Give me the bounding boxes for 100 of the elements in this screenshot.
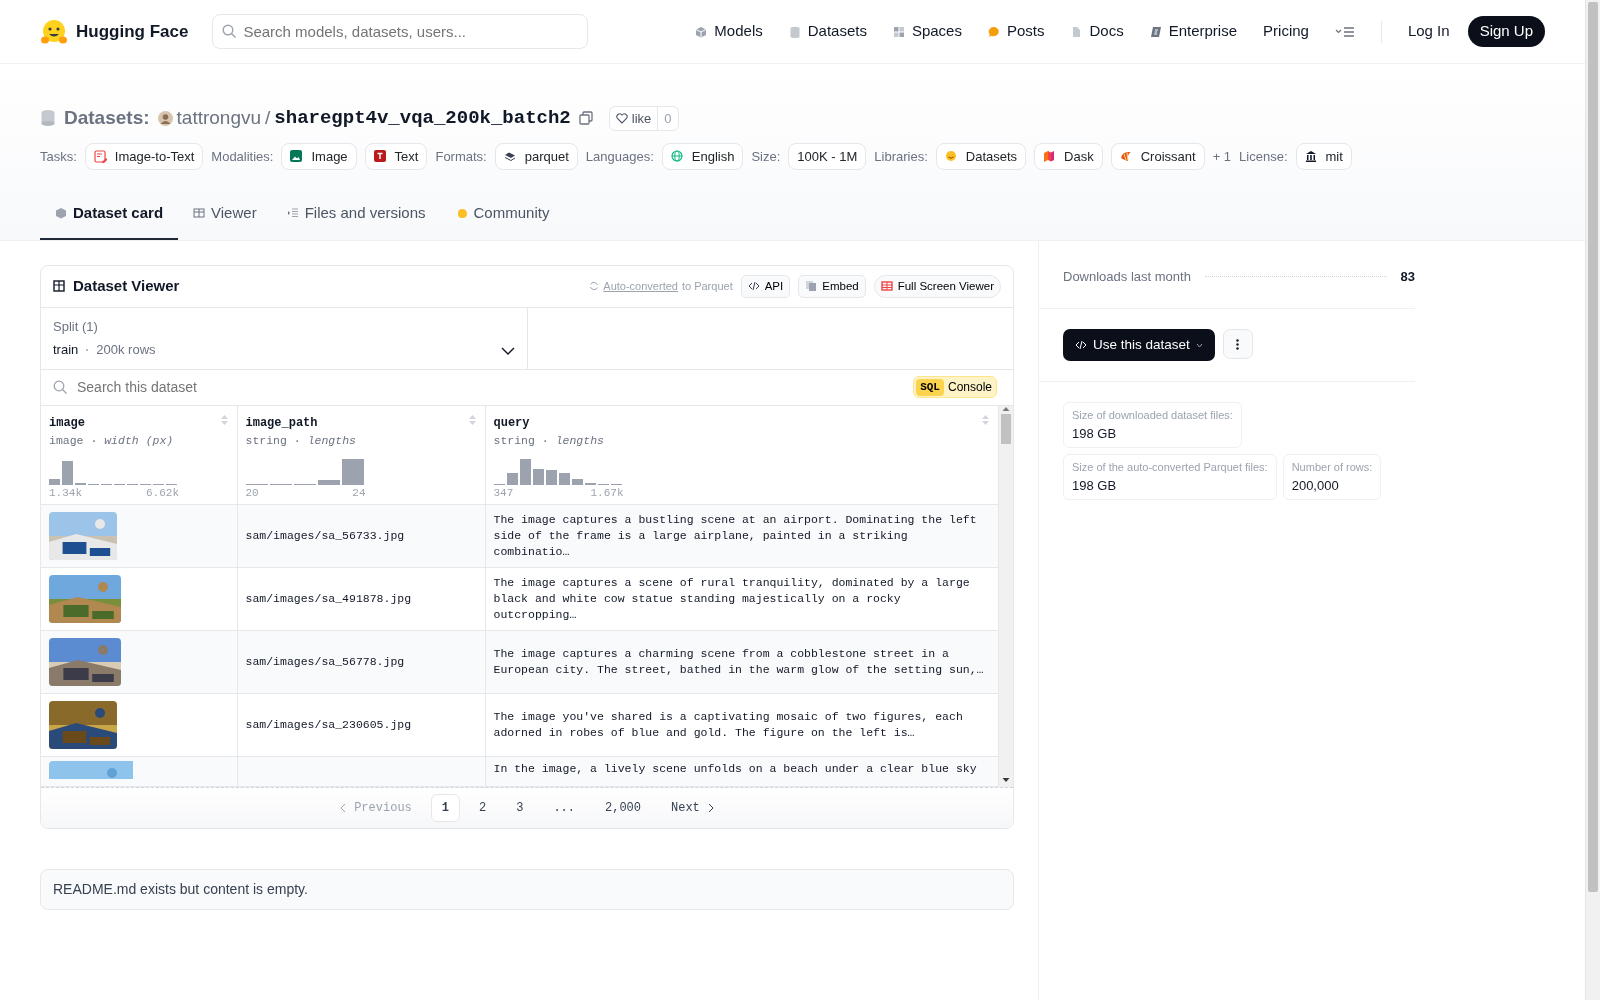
next-link[interactable]: Next — [660, 793, 725, 822]
toolbar-button[interactable]: Embed — [798, 274, 866, 298]
section-label: Datasets: — [64, 106, 150, 130]
column-name: query — [493, 414, 530, 432]
toolbar-button[interactable]: Full Screen Viewer — [873, 274, 1001, 298]
stat-label: Size of the auto-converted Parquet files: — [1072, 460, 1268, 476]
page-link[interactable]: 3 — [505, 793, 535, 822]
sort-icon[interactable] — [467, 413, 477, 426]
sql-console-button[interactable]: SQL Console — [913, 376, 997, 399]
copy-icon — [805, 280, 818, 293]
split-label: Split (1) — [53, 317, 99, 336]
code-icon — [747, 280, 760, 293]
letter-tile-icon — [373, 149, 387, 163]
scroll-down-icon[interactable] — [1001, 776, 1010, 783]
tag-chip[interactable]: English — [661, 142, 744, 170]
table-cell: The image captures a bustling scene at an airport. Dominating the left side of the frame is a large airplane, painted in a striking combinatio… — [485, 504, 998, 567]
viewer-title: Dataset Viewer — [73, 275, 180, 296]
split-selector[interactable]: Split (1) train 200k rows — [41, 307, 528, 369]
stat-value: 198 GB — [1072, 424, 1118, 443]
tag-label: License: — [1239, 147, 1288, 166]
tag-chip[interactable]: Croissant — [1110, 142, 1205, 170]
nav-link[interactable]: Models — [695, 20, 763, 43]
document-icon — [1070, 25, 1083, 38]
tag-label: Formats: — [435, 147, 487, 166]
bank-icon — [1304, 149, 1318, 163]
tab[interactable]: Files and versions — [271, 192, 441, 240]
tag-chip[interactable]: Image-to-Text — [84, 142, 204, 170]
page-link[interactable]: 2 — [468, 793, 498, 822]
nav-link[interactable]: Spaces — [892, 20, 962, 43]
menu-icon[interactable] — [1334, 24, 1355, 39]
downloads-label: Downloads last month — [1063, 267, 1191, 286]
more-count[interactable]: + 1 — [1212, 146, 1232, 166]
page-link[interactable]: ... — [542, 793, 586, 822]
cube-icon — [55, 207, 67, 220]
refresh-icon — [589, 281, 600, 292]
column-type: string · lengths — [493, 432, 605, 449]
column-type: image · width (px) — [49, 432, 175, 449]
like-count: 0 — [657, 106, 678, 130]
table-cell: In the image, a lively scene unfolds on a beach under a clear blue sky — [485, 756, 998, 786]
tag-chip[interactable]: mit — [1295, 142, 1352, 170]
smiley-logo-icon — [40, 17, 68, 46]
search-icon — [53, 380, 67, 395]
more-options-button[interactable] — [1222, 329, 1253, 359]
file-list-icon — [286, 207, 299, 220]
nav-link[interactable]: Enterprise — [1149, 20, 1238, 43]
scrollbar-thumb[interactable] — [1588, 2, 1598, 892]
table-cell: sam/images/sa_56778.jpg — [237, 630, 485, 693]
stat-value: 198 GB — [1072, 476, 1118, 495]
table-cell: sam/images/sa_56733.jpg — [237, 504, 485, 567]
conversion-note: to Parquet — [681, 278, 733, 294]
like-button[interactable]: like 0 — [608, 105, 679, 131]
sign-up-button[interactable]: Sign Up — [1467, 16, 1545, 47]
smiley-icon — [944, 149, 958, 163]
sort-icon[interactable] — [980, 413, 990, 426]
brand-name[interactable]: Hugging Face — [76, 18, 189, 45]
chevron-down-icon — [501, 346, 515, 355]
letter-tile-icon — [1149, 25, 1162, 38]
tag-chip[interactable]: 100K - 1M — [788, 142, 867, 170]
tag-chip[interactable]: parquet — [494, 142, 578, 170]
sort-icon[interactable] — [219, 413, 229, 426]
scrollbar[interactable] — [1585, 0, 1600, 1000]
page-link[interactable]: 1 — [430, 793, 460, 822]
tag-chip[interactable]: Text — [364, 142, 428, 170]
row-count: 200k rows — [96, 341, 156, 360]
scrollbar-thumb[interactable] — [1000, 413, 1011, 444]
owner-link[interactable]: tattrongvu — [176, 104, 262, 133]
downloads-count: 83 — [1400, 267, 1415, 286]
code-icon — [1075, 340, 1087, 351]
copy-icon[interactable] — [578, 111, 593, 126]
image-icon — [290, 149, 304, 163]
tab[interactable]: Community — [440, 192, 565, 240]
tag-chip[interactable]: Datasets — [935, 142, 1027, 170]
table-cell: The image captures a scene of rural tranquility, dominated by a large black and white cow statue standing majestically on a rocky outcropping… — [485, 567, 998, 630]
tag-label: Modalities: — [211, 147, 274, 166]
heart-icon — [615, 112, 628, 124]
table-cell: sam/images/sa_491878.jpg — [237, 567, 485, 630]
tag-chip[interactable]: Dask — [1034, 142, 1103, 170]
path-separator: / — [265, 106, 271, 130]
chevron-right-icon — [707, 802, 714, 813]
toolbar-button[interactable]: API — [740, 274, 791, 298]
column-type: string · lengths — [245, 432, 357, 449]
use-dataset-button[interactable]: Use this dataset — [1063, 329, 1215, 362]
nav-link[interactable]: Docs — [1070, 20, 1124, 43]
nav-link[interactable]: Pricing — [1263, 20, 1309, 43]
split-value: train — [53, 341, 79, 360]
login-link[interactable]: Log In — [1407, 20, 1450, 43]
speech-bubble-icon — [987, 25, 1000, 38]
search-field[interactable]: Search models, datasets, users... — [212, 14, 589, 49]
tab[interactable]: Viewer — [178, 192, 272, 240]
table-icon — [193, 207, 206, 220]
dataset-name: sharegpt4v_vqa_200k_batch2 — [274, 106, 571, 131]
column-name: image — [49, 414, 85, 432]
table-icon — [53, 280, 65, 293]
nav-link[interactable]: Datasets — [788, 20, 867, 43]
table-icon — [880, 280, 893, 293]
nav-link[interactable]: Posts — [987, 20, 1045, 43]
tag-chip[interactable]: Image — [281, 142, 357, 170]
database-icon — [40, 109, 56, 128]
page-link[interactable]: 2,000 — [594, 793, 652, 822]
tab[interactable]: Dataset card — [40, 192, 179, 240]
